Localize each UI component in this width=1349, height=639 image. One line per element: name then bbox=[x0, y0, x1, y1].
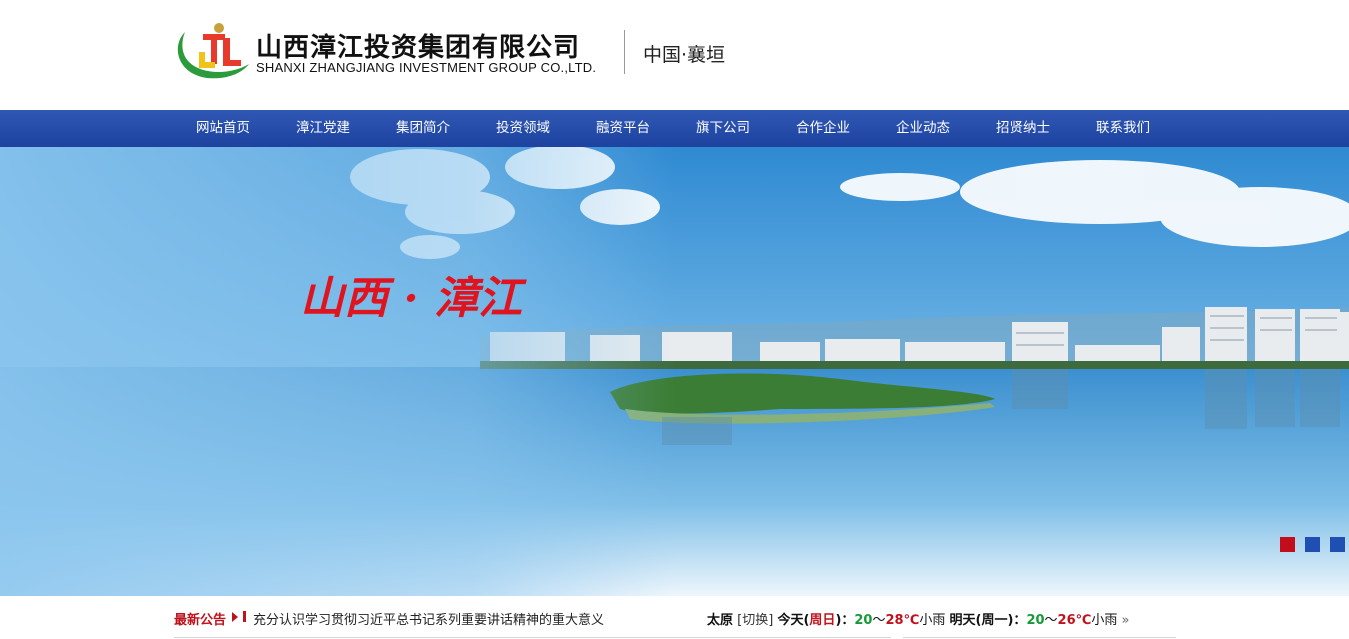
weather-tomorrow-high: 26 bbox=[1057, 613, 1076, 628]
slider-pagination bbox=[1280, 537, 1345, 552]
notice-label: 最新公告 bbox=[174, 613, 227, 628]
nav-item-contact[interactable]: 联系我们 bbox=[1074, 110, 1174, 147]
main-nav: 网站首页 漳江党建 集团简介 投资领域 融资平台 旗下公司 合作企业 企业动态 … bbox=[0, 110, 1349, 147]
caret-right-icon bbox=[232, 612, 238, 622]
weather-tomorrow-cond: 小雨 bbox=[1091, 613, 1118, 628]
weather-tomorrow-low: 20 bbox=[1026, 613, 1045, 628]
weather-switch-link[interactable]: [切换] bbox=[737, 613, 773, 628]
slider-dot-3[interactable] bbox=[1330, 537, 1345, 552]
weather-today-label: 今天 bbox=[777, 613, 804, 628]
weather-tomorrow-label: 明天 bbox=[949, 613, 976, 628]
nav-item-investment[interactable]: 投资领域 bbox=[474, 110, 574, 147]
nav-item-partners[interactable]: 合作企业 bbox=[774, 110, 874, 147]
weather-today-day: 周日 bbox=[809, 613, 836, 628]
hero-banner[interactable]: 山西 · 漳江 bbox=[0, 147, 1349, 596]
weather-today-low: 20 bbox=[854, 613, 873, 628]
banner-calligraphy: 山西 · 漳江 bbox=[300, 273, 527, 324]
site-header: 山西漳江投资集团有限公司 SHANXI ZHANGJIANG INVESTMEN… bbox=[0, 0, 1349, 110]
weather-underline bbox=[903, 637, 1176, 638]
weather-widget: 太原 [切换] 今天(周日)：20～28℃小雨 明天(周一)：20～26℃小雨 … bbox=[707, 613, 1130, 628]
weather-today-cond: 小雨 bbox=[919, 613, 946, 628]
weather-unit-2: ℃ bbox=[1075, 613, 1092, 628]
header-divider bbox=[624, 30, 625, 74]
notice-bar-icon bbox=[243, 611, 246, 622]
weather-today-high: 28 bbox=[885, 613, 904, 628]
company-name-cn: 山西漳江投资集团有限公司 bbox=[256, 33, 581, 63]
nav-item-home[interactable]: 网站首页 bbox=[174, 110, 274, 147]
nav-item-careers[interactable]: 招贤纳士 bbox=[974, 110, 1074, 147]
nav-item-subsidiaries[interactable]: 旗下公司 bbox=[674, 110, 774, 147]
nav-item-about[interactable]: 集团简介 bbox=[374, 110, 474, 147]
nav-item-financing[interactable]: 融资平台 bbox=[574, 110, 674, 147]
nav-item-news[interactable]: 企业动态 bbox=[874, 110, 974, 147]
double-chevron-right-icon[interactable]: » bbox=[1122, 613, 1130, 628]
nav-item-party[interactable]: 漳江党建 bbox=[274, 110, 374, 147]
company-name-en: SHANXI ZHANGJIANG INVESTMENT GROUP CO.,L… bbox=[256, 60, 597, 75]
banner-lake-city-image: 山西 · 漳江 bbox=[0, 147, 1349, 596]
zhangjiang-logo-icon[interactable] bbox=[173, 22, 251, 80]
slider-dot-2[interactable] bbox=[1305, 537, 1320, 552]
weather-city: 太原 bbox=[707, 613, 734, 628]
weather-tomorrow-day: 周一 bbox=[981, 613, 1008, 628]
notice-underline bbox=[174, 637, 891, 638]
location-slogan: 中国·襄垣 bbox=[643, 44, 726, 66]
weather-unit: ℃ bbox=[903, 613, 920, 628]
slider-dot-1[interactable] bbox=[1280, 537, 1295, 552]
notice-link[interactable]: 充分认识学习贯彻习近平总书记系列重要讲话精神的重大意义 bbox=[253, 609, 604, 628]
info-bar: 最新公告 充分认识学习贯彻习近平总书记系列重要讲话精神的重大意义 太原 [切换]… bbox=[0, 596, 1349, 639]
